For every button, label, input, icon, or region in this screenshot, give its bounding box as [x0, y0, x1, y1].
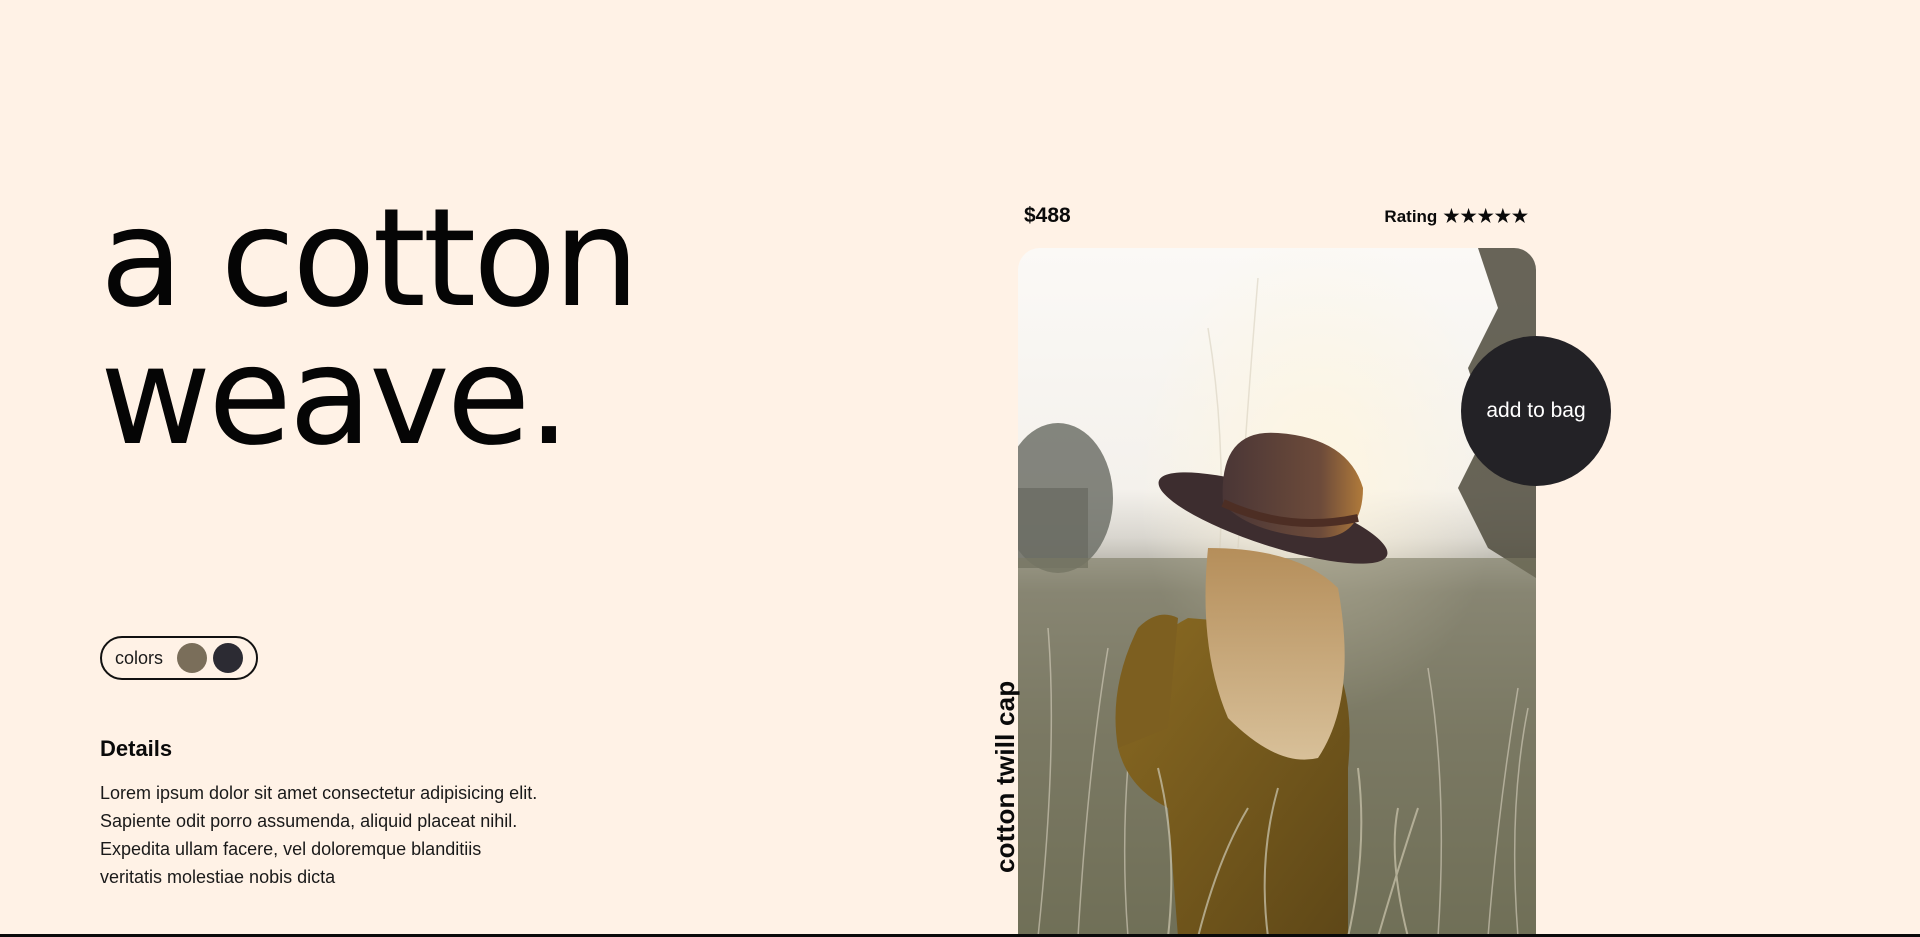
- product-rating: Rating ★★★★★: [1384, 206, 1529, 227]
- hero-headline: a cotton weave.: [100, 180, 640, 476]
- star-rating-icon: ★★★★★: [1443, 206, 1529, 226]
- details-line: veritatis molestiae nobis dicta: [100, 867, 336, 887]
- color-swatch-olive-brown[interactable]: [177, 643, 208, 673]
- details-description: Lorem ipsum dolor sit amet consectetur a…: [100, 779, 580, 891]
- color-selector: colors: [100, 636, 258, 680]
- hero-headline-line-2: weave.: [100, 318, 571, 476]
- page: a cotton weave. colors Details Lorem ips…: [0, 0, 1920, 937]
- hero-headline-line-1: a cotton: [100, 180, 640, 338]
- add-to-bag-button[interactable]: add to bag: [1461, 336, 1611, 486]
- colors-label: colors: [115, 647, 164, 668]
- details-line: Sapiente odit porro assumenda, aliquid p…: [100, 811, 518, 831]
- details-line: Lorem ipsum dolor sit amet consectetur a…: [100, 783, 538, 803]
- product-name: cotton twill cap: [990, 680, 1020, 873]
- details-line: Expedita ullam facere, vel doloremque bl…: [100, 839, 482, 859]
- product-photo: [1018, 248, 1536, 937]
- details-heading: Details: [100, 736, 173, 761]
- rating-label: Rating: [1384, 206, 1438, 226]
- product-price: $488: [1024, 204, 1071, 227]
- color-swatch-charcoal[interactable]: [213, 643, 244, 673]
